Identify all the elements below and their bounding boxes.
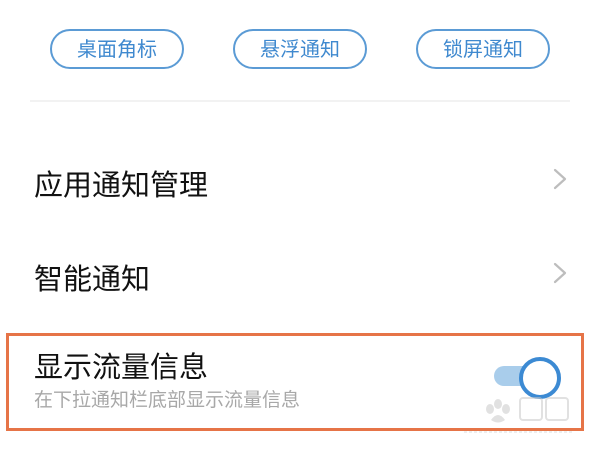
row-smart-notification[interactable]: 智能通知 — [0, 232, 600, 312]
divider — [30, 100, 570, 102]
row-title: 应用通知管理 — [34, 168, 209, 202]
chip-desktop-badge[interactable]: 桌面角标 — [50, 29, 184, 69]
row-app-notification-management[interactable]: 应用通知管理 — [0, 140, 600, 220]
traffic-info-title: 显示流量信息 — [34, 350, 209, 384]
row-title: 智能通知 — [34, 262, 151, 296]
chevron-right-icon — [553, 168, 567, 190]
baidu-jingyan-watermark — [464, 397, 572, 433]
traffic-info-toggle[interactable] — [494, 357, 562, 399]
traffic-info-description: 在下拉通知栏底部显示流量信息 — [34, 389, 301, 411]
chip-lockscreen-notification[interactable]: 锁屏通知 — [416, 29, 550, 69]
chevron-right-icon — [553, 262, 567, 284]
chip-floating-notification[interactable]: 悬浮通知 — [233, 29, 367, 69]
